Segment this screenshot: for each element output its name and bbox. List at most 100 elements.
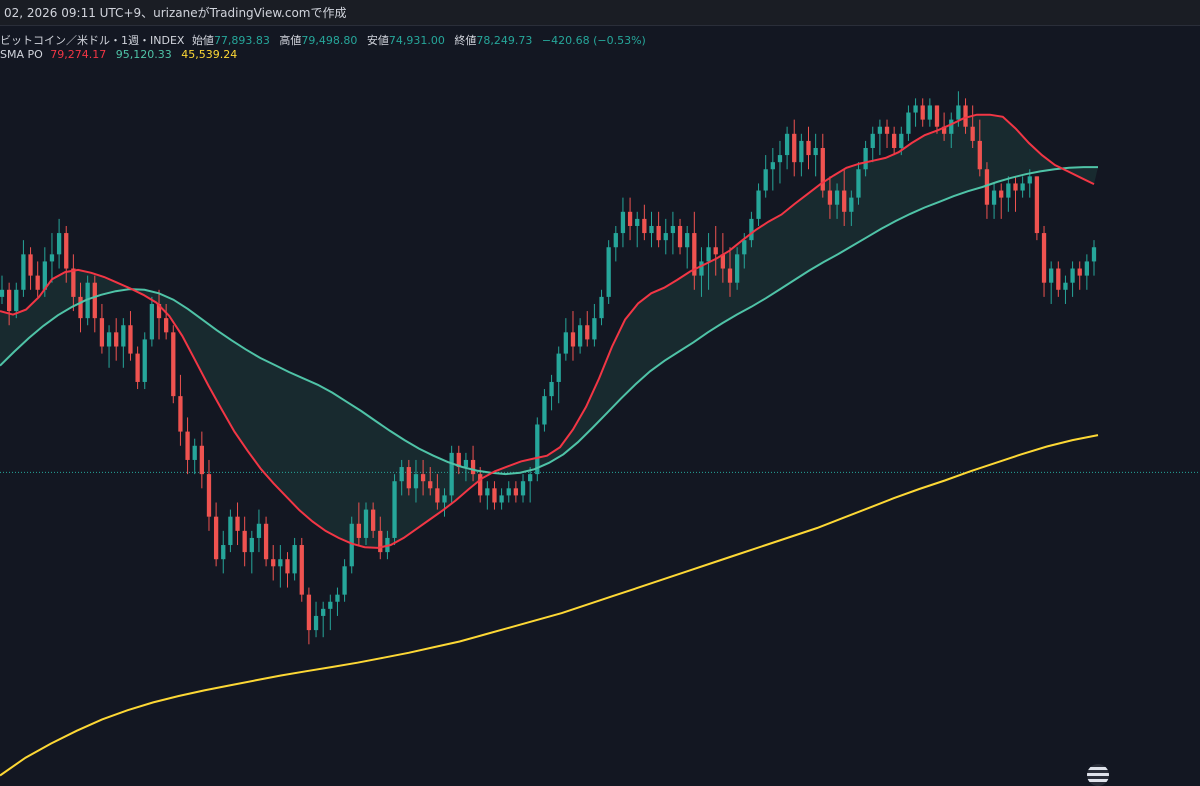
candle-body [813, 147, 818, 156]
candle-body [863, 147, 868, 170]
candle-body [342, 566, 347, 595]
candle-body [56, 233, 62, 255]
candle-body [784, 133, 790, 156]
candle-body [777, 155, 783, 163]
candle-body [770, 162, 775, 170]
candle-body [442, 495, 447, 503]
candle-body [1041, 233, 1047, 283]
candle-body [71, 268, 76, 297]
candle-body [649, 225, 654, 234]
candle-body [21, 254, 26, 290]
candle-body [6, 289, 12, 312]
candle-body [570, 332, 576, 347]
candle-body [506, 488, 511, 496]
candle-body [392, 481, 397, 538]
candle-body [1027, 176, 1032, 184]
candle-body [991, 190, 997, 205]
candle-body [178, 396, 183, 432]
candle-body [399, 467, 404, 482]
candle-body [278, 559, 283, 567]
candle-body [321, 608, 326, 616]
candle-body [292, 545, 297, 574]
candle-body [185, 431, 190, 460]
candle-body [742, 240, 747, 255]
candle-body [542, 396, 547, 425]
candle-body [249, 537, 254, 553]
price-chart[interactable] [0, 0, 1200, 779]
sma-slow-line [0, 434, 1099, 777]
candle-body [734, 254, 740, 283]
candle-body [727, 268, 733, 283]
sma-slow-value: 45,539.24 [181, 48, 238, 61]
candle-body [528, 474, 533, 482]
candle-body [413, 474, 419, 489]
candle-body [513, 488, 519, 496]
candle-body [335, 594, 340, 602]
candle-body [1091, 247, 1097, 262]
candle-body [1049, 268, 1054, 283]
candle-body [171, 332, 176, 397]
candle-body [0, 289, 5, 297]
low-label: 安値 [366, 34, 389, 47]
candle-body [49, 254, 55, 262]
candle-body [1013, 183, 1018, 191]
candle-body [1056, 268, 1061, 290]
candle-body [520, 481, 526, 496]
candle-body [627, 211, 633, 226]
candle-body [356, 523, 362, 538]
candle-body [842, 190, 847, 212]
candle-body [956, 105, 961, 120]
candle-body [685, 233, 690, 248]
candle-body [577, 325, 583, 347]
indicator-legend: SMA PO 79,274.17 95,120.33 45,539.24 [0, 48, 243, 61]
header-text: 02, 2026 09:11 UTC+9、urizaneがTradingView… [4, 6, 347, 20]
candle-body [285, 559, 290, 574]
candle-body [713, 247, 718, 255]
candle-body [642, 218, 647, 234]
candle-body [592, 318, 597, 340]
candle-body [563, 332, 568, 354]
candle-body [899, 133, 904, 148]
candle-body [435, 488, 440, 503]
candle-body [135, 353, 140, 382]
candle-body [635, 218, 640, 226]
sma-fast-value: 79,274.17 [50, 48, 107, 61]
candle-body [977, 140, 982, 170]
sma-mid-value: 95,120.33 [115, 48, 172, 61]
candle-body [1077, 268, 1082, 276]
candle-body [64, 233, 69, 269]
candle-body [799, 140, 804, 163]
candle-body [35, 275, 40, 290]
candle-body [492, 488, 497, 503]
symbol-name[interactable]: ビットコイン／米ドル・1週・INDEX [0, 34, 184, 47]
candle-body [121, 325, 126, 347]
candle-body [806, 140, 811, 156]
candle-body [14, 289, 19, 312]
candle-body [206, 474, 212, 517]
candle-body [463, 459, 469, 468]
indicator-name[interactable]: SMA PO [0, 48, 43, 61]
candle-body [99, 318, 105, 347]
candle-body [1070, 268, 1075, 283]
candle-body [834, 190, 840, 205]
candle-body [363, 509, 369, 538]
candle-body [228, 516, 233, 546]
candle-body [221, 545, 226, 560]
candle-body [299, 545, 304, 595]
candle-body [128, 325, 133, 354]
candle-body [271, 559, 276, 567]
candle-body [420, 474, 426, 482]
candle-body [599, 296, 604, 319]
flag-icon[interactable] [1087, 764, 1109, 786]
candle-body [213, 516, 219, 560]
candle-body [749, 218, 754, 241]
candle-body [1006, 183, 1011, 198]
candle-body [870, 133, 875, 148]
candle-body [470, 459, 476, 475]
top-bar: 02, 2026 09:11 UTC+9、urizaneがTradingView… [0, 0, 1200, 26]
candle-body [884, 126, 890, 134]
candle-body [827, 190, 833, 205]
candle-body [78, 296, 83, 319]
symbol-legend: ビットコイン／米ドル・1週・INDEX 始値77,893.83 高値79,498… [0, 32, 646, 48]
candle-body [670, 225, 676, 234]
